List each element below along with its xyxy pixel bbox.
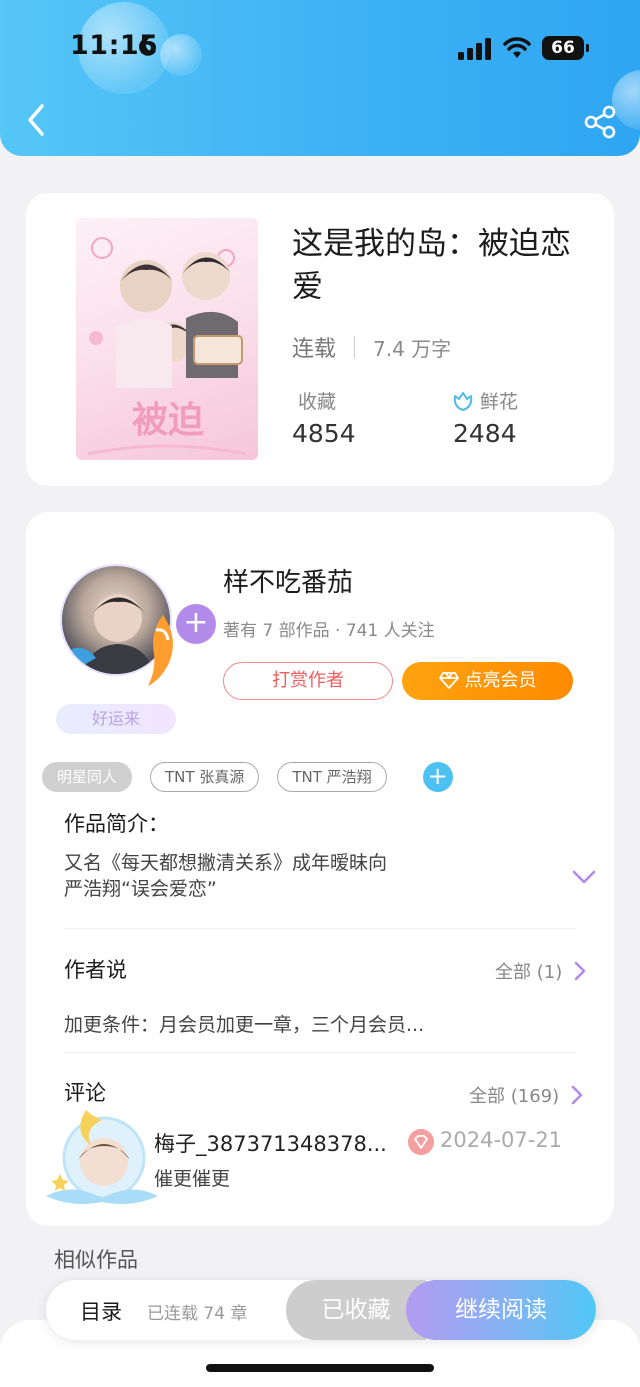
chevron-right-icon [574,961,586,981]
book-meta: 连载 7.4 万字 [292,331,451,363]
details-card: + 好运来 样不吃番茄 著有 7 部作品 · 741 人关注 打赏作者 点亮会员… [26,512,614,1226]
collected-button[interactable]: 已收藏 [286,1280,426,1340]
book-title: 这是我的岛：被迫恋爱 [292,226,571,305]
continue-reading-button[interactable]: 继续阅读 [406,1280,596,1340]
home-indicator [206,1364,434,1372]
commenter-avatar[interactable] [42,1102,162,1212]
book-cover-image[interactable]: 被迫 [76,218,258,460]
chevron-right-icon [571,1085,583,1105]
decorative-bubble [160,34,202,76]
author-avatar-block[interactable]: + [60,560,216,690]
tag-list: 明星同人 TNT 张真源 TNT 严浩翔 + [42,762,453,792]
moon-icon [139,37,156,56]
author-say-all-link[interactable]: 全部 (1) [495,958,586,984]
share-icon[interactable] [582,104,618,140]
bottom-action-bar: 目录 已连载 74 章 已收藏 继续阅读 [46,1280,596,1340]
book-status: 连载 [292,337,337,362]
flower-icon [453,391,473,411]
luck-tag: 好运来 [56,704,176,734]
flowers-stat[interactable]: 鲜花 [452,387,518,414]
author-say-all-label: 全部 (1) [495,962,563,983]
vip-button-label: 点亮会员 [464,670,537,691]
signal-icon [458,38,491,60]
battery-tip [586,44,589,52]
vip-badge-icon [408,1129,434,1155]
word-count: 7.4 万字 [373,336,452,361]
flowers-label: 鲜花 [480,391,519,413]
commenter-name[interactable]: 梅子_387371348378... [154,1128,387,1158]
toc-button[interactable]: 目录 [80,1296,122,1326]
battery-indicator: 66 [542,36,584,60]
comments-all-link[interactable]: 全部 (169) [469,1082,583,1108]
wifi-icon [503,37,531,58]
comment-date: 2024-07-21 [440,1128,563,1152]
divider [64,928,576,929]
intro-line: 严浩翔“误会爱恋” [64,878,217,900]
intro-text: 又名《每天都想撇清关系》成年暧昧向 严浩翔“误会爱恋” [64,850,387,902]
author-say-text[interactable]: 加更条件：月会员加更一章，三个月会员... [64,1010,424,1037]
tag-chip[interactable]: 明星同人 [42,762,133,792]
follow-author-button[interactable]: + [176,604,216,644]
svg-text:被迫: 被迫 [132,400,204,441]
similar-works-title: 相似作品 [54,1248,138,1272]
divider [64,1052,576,1053]
author-say-title: 作者说 [64,958,127,982]
vip-button[interactable]: 点亮会员 [402,662,573,700]
book-cover-illustration: 被迫 [87,237,247,456]
chapter-count[interactable]: 已连载 74 章 [147,1299,247,1324]
author-info: 著有 7 部作品 · 741 人关注 [223,621,435,641]
tag-chip[interactable]: TNT 严浩翔 [277,762,387,792]
intro-line: 又名《每天都想撇清关系》成年暧昧向 [64,852,388,874]
meta-divider [354,336,356,358]
chevron-down-icon[interactable] [572,870,596,884]
add-tag-button[interactable]: + [422,762,453,792]
book-info-card: 被迫 这是我的岛：被迫恋爱 连载 7.4 万字 收藏 4854 鲜花 2484 [26,193,614,486]
diamond-icon [438,671,459,689]
comment-text[interactable]: 催更催更 [154,1164,230,1191]
reward-author-button[interactable]: 打赏作者 [223,662,393,700]
favorites-count: 4854 [292,419,356,448]
back-button[interactable] [20,100,54,140]
tag-chip[interactable]: TNT 张真源 [150,762,260,792]
flowers-count: 2484 [453,419,517,448]
author-name[interactable]: 样不吃番茄 [223,562,353,599]
comments-all-label: 全部 (169) [469,1086,560,1107]
favorites-label: 收藏 [298,391,337,413]
top-header: 11:15 66 [0,0,640,156]
intro-title: 作品简介： [64,812,169,836]
